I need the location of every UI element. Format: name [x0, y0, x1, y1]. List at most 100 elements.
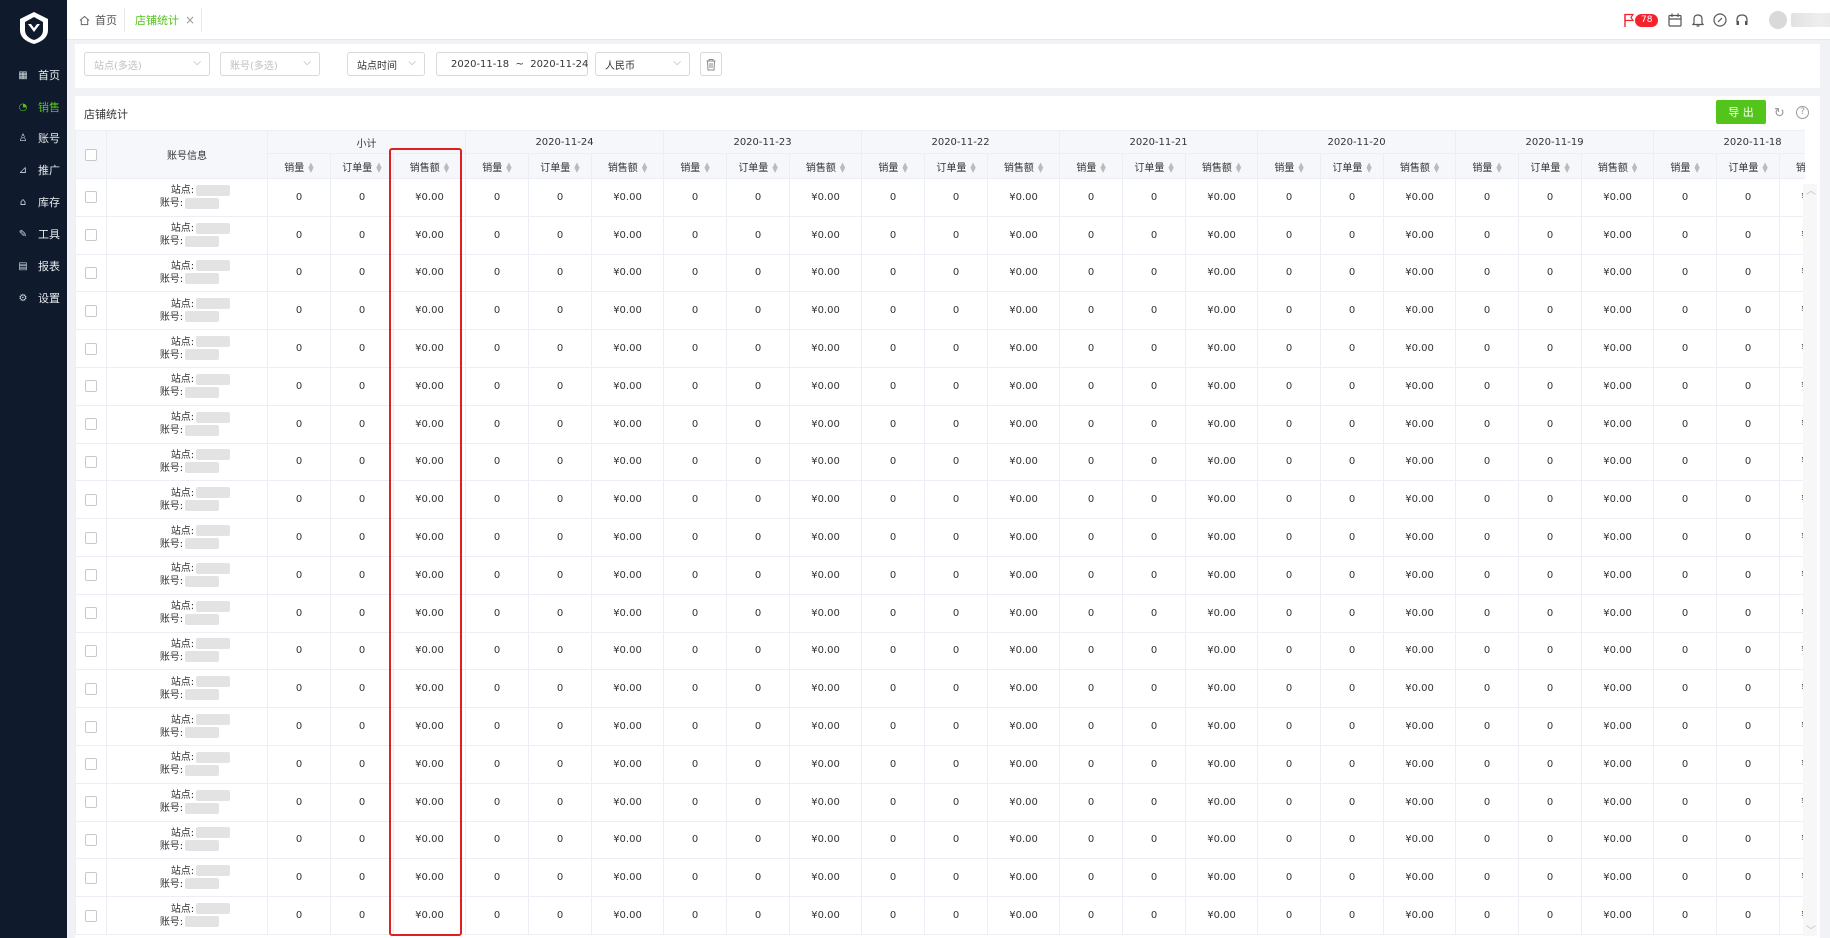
currency-select[interactable]: 人民币 ⌵ — [595, 52, 690, 76]
row-checkbox[interactable] — [85, 909, 97, 922]
date-6-metric-header[interactable]: 销量 ▲ ▼ — [1653, 153, 1718, 179]
link-icon[interactable] — [1712, 12, 1728, 28]
sort-caret-icon[interactable]: ▲ ▼ — [1694, 161, 1699, 173]
account-info: 站点: 账号: — [144, 751, 231, 777]
account-select[interactable]: 账号(多选) ⌵ — [220, 52, 320, 76]
date-6-metric-header[interactable]: 销售额▲▼ — [1779, 153, 1805, 179]
date-2-metric-header[interactable]: 销量 ▲ ▼ — [861, 153, 926, 179]
sort-caret-icon[interactable]: ▲ ▼ — [444, 161, 449, 173]
vertical-scrollbar[interactable] — [1803, 184, 1817, 936]
date-1-metric-header[interactable]: 销量 ▲ ▼ — [663, 153, 728, 179]
row-checkbox[interactable] — [85, 304, 97, 317]
date-5-metric-header[interactable]: 销量 ▲ ▼ — [1455, 153, 1520, 179]
sort-caret-icon[interactable]: ▲ ▼ — [1762, 161, 1767, 173]
sort-caret-icon[interactable]: ▲ ▼ — [902, 161, 907, 173]
export-button[interactable]: 导 出 — [1716, 100, 1766, 124]
headset-icon[interactable] — [1734, 12, 1750, 28]
row-checkbox[interactable] — [85, 720, 97, 733]
date-4-metric-header[interactable]: 订单量 ▲ ▼ — [1320, 153, 1385, 179]
row-checkbox[interactable] — [85, 796, 97, 809]
sort-caret-icon[interactable]: ▲ ▼ — [1434, 161, 1439, 173]
date-1-metric-header[interactable]: 订单量 ▲ ▼ — [726, 153, 791, 179]
sort-caret-icon[interactable]: ▲ ▼ — [506, 161, 511, 173]
sort-caret-icon[interactable]: ▲ ▼ — [970, 161, 975, 173]
date-2-metric-header[interactable]: 订单量 ▲ ▼ — [924, 153, 989, 179]
sort-caret-icon[interactable]: ▲ ▼ — [1236, 161, 1241, 173]
bell-icon[interactable] — [1690, 12, 1706, 28]
sidebar-item-1[interactable]: ◔ 销售 — [0, 92, 67, 122]
sort-caret-icon[interactable]: ▲ ▼ — [1298, 161, 1303, 173]
sort-caret-icon[interactable]: ▲ ▼ — [308, 161, 313, 173]
scroll-down-icon[interactable]: ﹀ — [1806, 922, 1816, 937]
sidebar-item-2[interactable]: ♙ 账号 — [0, 123, 67, 153]
date-0-metric-header[interactable]: 销售额 ▲ ▼ — [590, 153, 665, 179]
row-checkbox[interactable] — [85, 569, 97, 582]
date-0-metric-header[interactable]: 销量 ▲ ▼ — [465, 153, 529, 179]
subtotal-metric-header[interactable]: 销量 ▲ ▼ — [267, 153, 331, 179]
select-all-checkbox[interactable] — [85, 148, 97, 161]
notification-badge[interactable]: 78 — [1635, 14, 1659, 27]
date-0-metric-header[interactable]: 订单量 ▲ ▼ — [528, 153, 592, 179]
close-icon[interactable]: × — [185, 13, 195, 27]
site-select[interactable]: 站点(多选) ⌵ — [84, 52, 210, 76]
row-checkbox[interactable] — [85, 871, 97, 884]
help-icon[interactable]: ? — [1796, 106, 1809, 119]
sort-caret-icon[interactable]: ▲ ▼ — [574, 161, 579, 173]
date-3-metric-header[interactable]: 销售额 ▲ ▼ — [1185, 153, 1259, 179]
date-3-metric-header[interactable]: 销量 ▲ ▼ — [1059, 153, 1124, 179]
row-checkbox[interactable] — [85, 229, 97, 242]
username-redacted[interactable] — [1791, 13, 1830, 27]
sort-caret-icon[interactable]: ▲ ▼ — [1038, 161, 1043, 173]
sort-caret-icon[interactable]: ▲ ▼ — [642, 161, 647, 173]
sidebar-item-3[interactable]: ⊿ 推广 — [0, 155, 67, 185]
date-6-metric-header[interactable]: 订单量 ▲ ▼ — [1716, 153, 1781, 179]
date-5-metric-header[interactable]: 订单量 ▲ ▼ — [1518, 153, 1583, 179]
row-checkbox[interactable] — [85, 607, 97, 620]
row-checkbox[interactable] — [85, 833, 97, 846]
date-5-metric-header[interactable]: 销售额 ▲ ▼ — [1581, 153, 1655, 179]
sort-caret-icon[interactable]: ▲ ▼ — [376, 161, 381, 173]
time-type-select[interactable]: 站点时间 ⌵ — [347, 52, 425, 76]
row-checkbox[interactable] — [85, 493, 97, 506]
row-checkbox[interactable] — [85, 682, 97, 695]
row-checkbox[interactable] — [85, 455, 97, 468]
sidebar-item-7[interactable]: ⚙ 设置 — [0, 283, 67, 313]
date-3-metric-header[interactable]: 订单量 ▲ ▼ — [1122, 153, 1187, 179]
date-2-metric-header[interactable]: 销售额 ▲ ▼ — [987, 153, 1061, 179]
row-checkbox[interactable] — [85, 191, 97, 204]
shield-logo[interactable] — [16, 10, 52, 46]
calendar-icon[interactable] — [1667, 12, 1683, 28]
row-checkbox[interactable] — [85, 418, 97, 431]
row-checkbox[interactable] — [85, 758, 97, 771]
sidebar-item-5[interactable]: ✎ 工具 — [0, 219, 67, 249]
clear-button[interactable] — [700, 52, 722, 76]
avatar[interactable] — [1769, 11, 1787, 29]
sort-caret-icon[interactable]: ▲ ▼ — [772, 161, 777, 173]
sort-caret-icon[interactable]: ▲ ▼ — [1496, 161, 1501, 173]
row-checkbox[interactable] — [85, 644, 97, 657]
tab-home[interactable]: 首页 — [73, 8, 123, 32]
sort-caret-icon[interactable]: ▲ ▼ — [840, 161, 845, 173]
sidebar-item-6[interactable]: ▤ 报表 — [0, 251, 67, 281]
subtotal-metric-header[interactable]: 销售额 ▲ ▼ — [393, 153, 466, 179]
row-checkbox[interactable] — [85, 380, 97, 393]
date-range-picker[interactable]: 2020-11-18 ~ 2020-11-24 — [436, 52, 588, 76]
subtotal-metric-header[interactable]: 订单量 ▲ ▼ — [330, 153, 394, 179]
row-checkbox[interactable] — [85, 342, 97, 355]
tab-store-stats[interactable]: 店铺统计 × — [124, 8, 203, 32]
date-1-metric-header[interactable]: 销售额 ▲ ▼ — [789, 153, 863, 179]
sort-caret-icon[interactable]: ▲ ▼ — [1564, 161, 1569, 173]
date-4-metric-header[interactable]: 销售额 ▲ ▼ — [1383, 153, 1457, 179]
date-4-metric-header[interactable]: 销量 ▲ ▼ — [1257, 153, 1322, 179]
row-checkbox[interactable] — [85, 266, 97, 279]
sort-caret-icon[interactable]: ▲ ▼ — [1168, 161, 1173, 173]
sort-caret-icon[interactable]: ▲ ▼ — [1366, 161, 1371, 173]
sidebar-item-4[interactable]: ⌂ 库存 — [0, 187, 67, 217]
sidebar-item-0[interactable]: ▦ 首页 — [0, 60, 67, 90]
sort-caret-icon[interactable]: ▲ ▼ — [704, 161, 709, 173]
row-checkbox[interactable] — [85, 531, 97, 544]
scroll-up-icon[interactable]: ︿ — [1806, 182, 1816, 197]
sort-caret-icon[interactable]: ▲ ▼ — [1632, 161, 1637, 173]
sort-caret-icon[interactable]: ▲ ▼ — [1100, 161, 1105, 173]
refresh-icon[interactable]: ↻ — [1774, 106, 1785, 121]
